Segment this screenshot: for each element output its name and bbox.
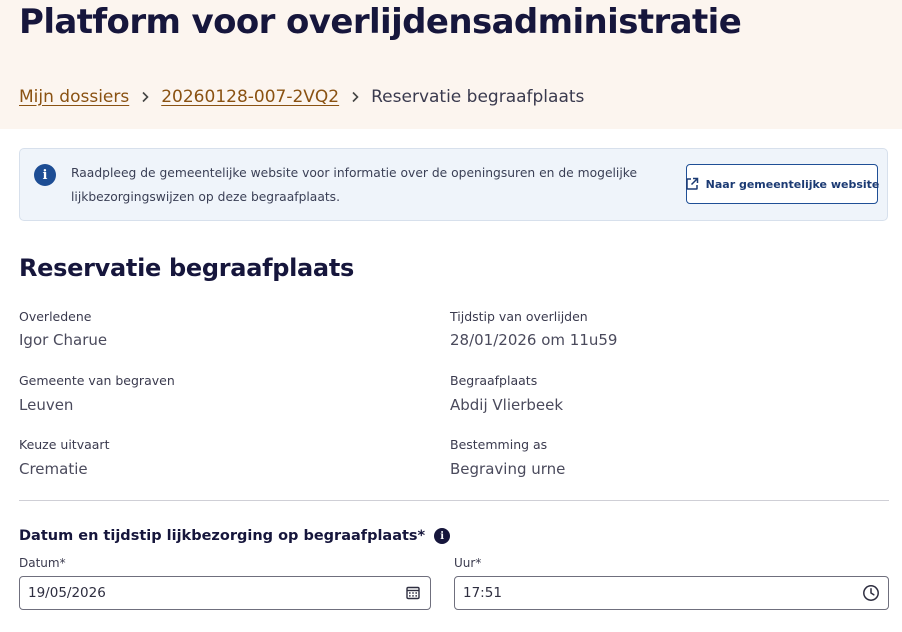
burial-municipality-value: Leuven <box>19 396 74 414</box>
ash-destination-label: Bestemming as <box>450 437 548 452</box>
chevron-right-icon <box>140 91 150 103</box>
chevron-right-icon <box>350 91 360 103</box>
section-divider <box>19 500 889 501</box>
help-icon[interactable]: i <box>434 528 451 544</box>
breadcrumb-my-dossiers[interactable]: Mijn dossiers <box>19 87 129 107</box>
date-input[interactable] <box>28 577 394 609</box>
time-label: Uur* <box>454 556 482 570</box>
time-input[interactable] <box>463 577 852 609</box>
external-link-icon <box>685 177 699 191</box>
funeral-choice-label: Keuze uitvaart <box>19 437 110 452</box>
time-of-death-value: 28/01/2026 om 11u59 <box>450 331 618 349</box>
municipal-website-button-label: Naar gemeentelijke website <box>705 177 880 191</box>
section-title: Reservatie begraafplaats <box>19 254 354 282</box>
cemetery-label: Begraafplaats <box>450 373 538 388</box>
municipal-website-button[interactable]: Naar gemeentelijke website <box>685 164 880 204</box>
date-field <box>19 576 431 610</box>
datetime-heading-text: Datum en tijdstip lijkbezorging op begra… <box>19 528 426 544</box>
ash-destination-value: Begraving urne <box>450 460 566 478</box>
date-label: Datum* <box>19 556 66 570</box>
deceased-value: Igor Charue <box>19 331 108 349</box>
app-title: Platform voor overlijdensadministratie <box>19 2 742 42</box>
breadcrumb-current: Reservatie begraafplaats <box>371 87 585 107</box>
funeral-choice-value: Crematie <box>19 460 88 478</box>
calendar-icon[interactable] <box>404 584 422 602</box>
page-header: Platform voor overlijdensadministratie M… <box>0 0 902 129</box>
info-alert: i Raadpleeg de gemeentelijke website voo… <box>19 148 888 221</box>
clock-icon[interactable] <box>862 584 880 602</box>
burial-municipality-label: Gemeente van begraven <box>19 373 175 388</box>
info-text: Raadpleeg de gemeentelijke website voor … <box>71 166 638 204</box>
datetime-heading: Datum en tijdstip lijkbezorging op begra… <box>19 525 451 547</box>
breadcrumb: Mijn dossiers 20260128-007-2VQ2 Reservat… <box>19 84 584 110</box>
info-icon: i <box>34 164 56 186</box>
deceased-label: Overledene <box>19 309 92 324</box>
breadcrumb-dossier-number[interactable]: 20260128-007-2VQ2 <box>161 87 339 107</box>
time-field <box>454 576 889 610</box>
time-of-death-label: Tijdstip van overlijden <box>450 309 588 324</box>
cemetery-value: Abdij Vlierbeek <box>450 396 564 414</box>
